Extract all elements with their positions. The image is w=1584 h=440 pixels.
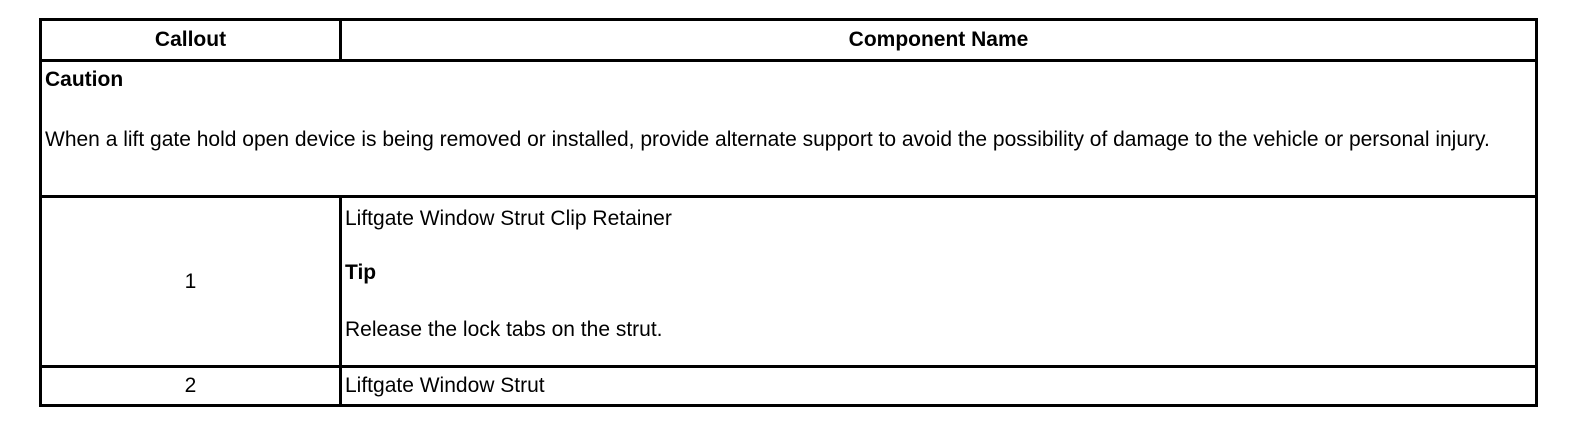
component-name: Liftgate Window Strut Clip Retainer	[345, 207, 672, 230]
tip-heading: Tip	[345, 261, 377, 284]
header-component-name: Component Name	[339, 18, 1538, 62]
callout-table: Callout Component Name Caution When a li…	[39, 18, 1538, 407]
component-cell: Liftgate Window Strut Clip Retainer Tip …	[339, 195, 1538, 368]
caution-cell: Caution When a lift gate hold open devic…	[39, 59, 1538, 198]
table-row: 2 Liftgate Window Strut	[39, 365, 1538, 407]
callout-number: 2	[39, 365, 342, 407]
callout-number: 1	[39, 195, 342, 368]
header-callout: Callout	[39, 18, 342, 62]
caution-text: When a lift gate hold open device is bei…	[45, 128, 1490, 151]
tip-text: Release the lock tabs on the strut.	[345, 318, 663, 341]
component-name: Liftgate Window Strut	[339, 365, 1538, 407]
table-row: 1 Liftgate Window Strut Clip Retainer Ti…	[39, 195, 1538, 368]
caution-heading: Caution	[45, 68, 124, 91]
caution-row: Caution When a lift gate hold open devic…	[39, 59, 1538, 198]
table-header-row: Callout Component Name	[39, 18, 1538, 62]
